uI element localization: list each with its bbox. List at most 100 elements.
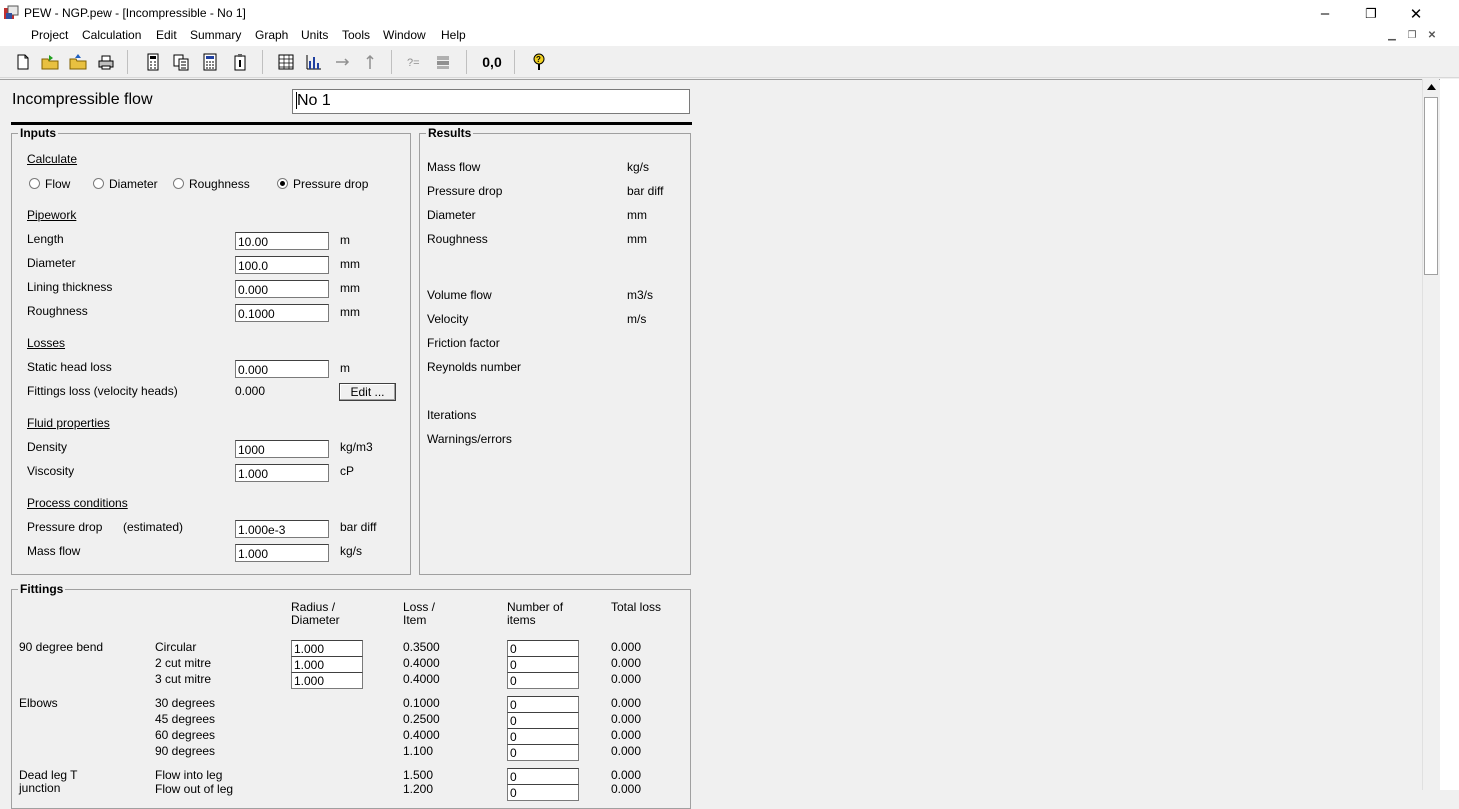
data-info-button[interactable] bbox=[227, 49, 253, 75]
results-group: Results Mass flow kg/s Pressure drop bar… bbox=[419, 126, 691, 575]
density-unit: kg/m3 bbox=[340, 440, 373, 454]
fitting-count-field[interactable]: 0 bbox=[507, 640, 579, 657]
close-button[interactable]: ✕ bbox=[1393, 0, 1439, 27]
arrow-up-button[interactable] bbox=[357, 49, 383, 75]
child-restore-icon[interactable]: ❐ bbox=[1404, 29, 1420, 43]
result-label: Volume flow bbox=[427, 288, 492, 302]
calculator-button[interactable] bbox=[140, 49, 166, 75]
scroll-up-button[interactable] bbox=[1423, 79, 1439, 95]
roughness-label: Roughness bbox=[27, 304, 88, 318]
child-close-icon[interactable]: ✕ bbox=[1424, 29, 1440, 43]
result-unit: kg/s bbox=[627, 160, 650, 174]
table-button[interactable] bbox=[273, 49, 299, 75]
stack-button[interactable] bbox=[430, 49, 456, 75]
lining-field[interactable]: 0.000 bbox=[235, 280, 329, 298]
query-button[interactable]: ?= bbox=[402, 49, 428, 75]
radio-roughness[interactable] bbox=[173, 178, 184, 189]
menu-window[interactable]: Window bbox=[383, 28, 426, 42]
fitting-type: 3 cut mitre bbox=[155, 672, 212, 686]
fittings-loss-value: 0.000 bbox=[235, 384, 266, 398]
length-field[interactable]: 10.00 bbox=[235, 232, 329, 250]
window-title: PEW - NGP.pew - [Incompressible - No 1] bbox=[24, 6, 246, 20]
minimize-icon: – bbox=[1320, 5, 1330, 22]
stack-icon bbox=[437, 56, 449, 69]
pressure-estimated-note: (estimated) bbox=[123, 520, 184, 534]
arrow-right-button[interactable] bbox=[330, 49, 356, 75]
result-label: Roughness bbox=[427, 232, 488, 246]
copy-calc-button[interactable] bbox=[168, 49, 194, 75]
fitting-total: 0.000 bbox=[611, 672, 642, 686]
menu-tools[interactable]: Tools bbox=[342, 28, 370, 42]
radio-pressure-drop-label: Pressure drop bbox=[293, 177, 369, 191]
print-button[interactable] bbox=[93, 49, 119, 75]
radio-pressure-drop[interactable] bbox=[277, 178, 288, 189]
app-icon[interactable] bbox=[3, 5, 19, 21]
menu-units[interactable]: Units bbox=[301, 28, 328, 42]
case-name-input[interactable]: No 1 bbox=[292, 89, 690, 114]
open-project-button[interactable] bbox=[65, 49, 91, 75]
restore-button[interactable]: ❐ bbox=[1348, 0, 1394, 27]
fitting-radius-field[interactable]: 1.000 bbox=[291, 672, 363, 689]
mass-flow-field[interactable]: 1.000 bbox=[235, 544, 329, 562]
vertical-scrollbar[interactable] bbox=[1422, 79, 1439, 790]
pressure-drop-field[interactable]: 1.000e-3 bbox=[235, 520, 329, 538]
length-unit: m bbox=[340, 233, 350, 247]
static-head-unit: m bbox=[340, 361, 350, 375]
density-field[interactable]: 1000 bbox=[235, 440, 329, 458]
new-file-icon bbox=[17, 54, 29, 70]
radio-flow[interactable] bbox=[29, 178, 40, 189]
roughness-field[interactable]: 0.1000 bbox=[235, 304, 329, 322]
coordinates-button[interactable]: 0,0 bbox=[478, 49, 506, 75]
menu-summary[interactable]: Summary bbox=[190, 28, 241, 42]
menu-help[interactable]: Help bbox=[441, 28, 466, 42]
menu-calculation[interactable]: Calculation bbox=[82, 28, 141, 42]
scroll-thumb[interactable] bbox=[1424, 97, 1438, 275]
fitting-type: 90 degrees bbox=[155, 744, 216, 758]
radius-header-1: Radius / bbox=[291, 600, 336, 614]
fitting-loss: 0.4000 bbox=[403, 728, 440, 742]
graph-button[interactable] bbox=[301, 49, 327, 75]
fitting-count-field[interactable]: 0 bbox=[507, 768, 579, 785]
folder-arrow-icon bbox=[69, 54, 87, 70]
viscosity-label: Viscosity bbox=[27, 464, 75, 478]
calculate-button[interactable] bbox=[197, 49, 223, 75]
menu-project[interactable]: Project bbox=[31, 28, 68, 42]
fitting-count-field[interactable]: 0 bbox=[507, 672, 579, 689]
fitting-type: 30 degrees bbox=[155, 696, 216, 710]
fitting-radius-field[interactable]: 1.000 bbox=[291, 640, 363, 657]
fitting-count-field[interactable]: 0 bbox=[507, 744, 579, 761]
document-window: Incompressible flow No 1 Inputs Calculat… bbox=[0, 79, 1440, 809]
new-file-button[interactable] bbox=[10, 49, 36, 75]
viscosity-field[interactable]: 1.000 bbox=[235, 464, 329, 482]
total-header: Total loss bbox=[611, 600, 662, 614]
fitting-count-field[interactable]: 0 bbox=[507, 696, 579, 713]
radio-roughness-label: Roughness bbox=[189, 177, 250, 191]
count-header-2: items bbox=[507, 613, 536, 627]
title-bar: PEW - NGP.pew - [Incompressible - No 1] … bbox=[0, 0, 1459, 27]
fitting-count-field[interactable]: 0 bbox=[507, 784, 579, 801]
diameter-field[interactable]: 100.0 bbox=[235, 256, 329, 274]
edit-fittings-button[interactable]: Edit ... bbox=[339, 383, 396, 401]
minimize-button[interactable]: – bbox=[1302, 0, 1348, 27]
fitting-count-field[interactable]: 0 bbox=[507, 656, 579, 673]
fitting-count-field[interactable]: 0 bbox=[507, 728, 579, 745]
arrow-right-icon bbox=[336, 58, 350, 66]
group-deadleg-label-2: junction bbox=[19, 781, 61, 795]
close-icon: ✕ bbox=[1409, 5, 1423, 23]
menu-edit[interactable]: Edit bbox=[156, 28, 177, 42]
radio-diameter[interactable] bbox=[93, 178, 104, 189]
child-minimize-icon[interactable]: ▁ bbox=[1384, 29, 1400, 43]
open-button[interactable] bbox=[37, 49, 63, 75]
group-bend-label: 90 degree bend bbox=[19, 640, 104, 654]
fitting-count-field[interactable]: 0 bbox=[507, 712, 579, 729]
static-head-field[interactable]: 0.000 bbox=[235, 360, 329, 378]
help-button[interactable]: ? bbox=[526, 49, 552, 75]
fitting-radius-field[interactable]: 1.000 bbox=[291, 656, 363, 673]
loss-header-2: Item bbox=[403, 613, 427, 627]
result-label: Iterations bbox=[427, 408, 477, 422]
inputs-title: Inputs bbox=[18, 126, 58, 140]
fitting-type: 45 degrees bbox=[155, 712, 216, 726]
fitting-total: 0.000 bbox=[611, 768, 642, 782]
menu-graph[interactable]: Graph bbox=[255, 28, 288, 42]
svg-text:?=: ?= bbox=[407, 57, 420, 69]
